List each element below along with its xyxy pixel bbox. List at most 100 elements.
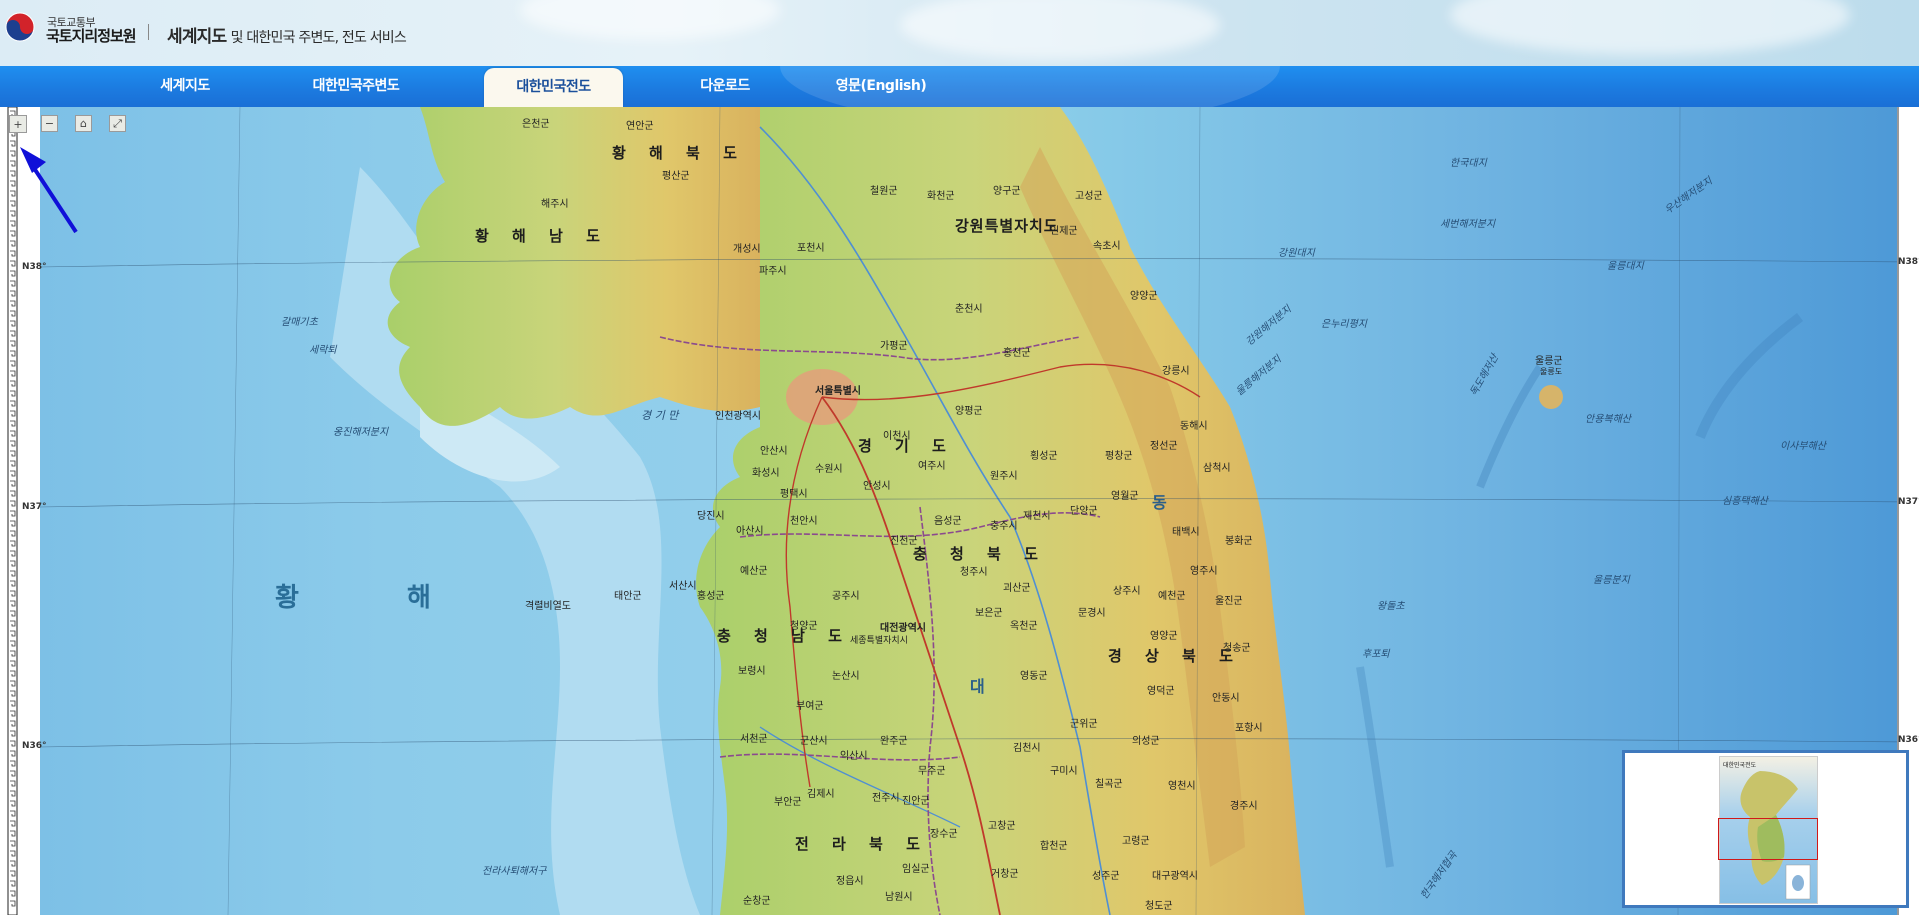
town-label: 태백시 xyxy=(1172,527,1200,538)
tab-world-map[interactable]: 세계지도 xyxy=(140,66,230,107)
latitude-label: N37° xyxy=(22,502,47,512)
town-label: 화성시 xyxy=(752,468,780,479)
overview-viewport-box[interactable] xyxy=(1718,818,1818,860)
town-label: 의성군 xyxy=(1132,736,1160,747)
zoom-in-button[interactable]: + xyxy=(9,115,27,133)
town-label: 평산군 xyxy=(662,171,690,182)
town-label: 거창군 xyxy=(991,869,1019,880)
undersea-label: 한국대지 xyxy=(1450,158,1487,169)
latitude-label: N38° xyxy=(22,262,47,272)
site-header: 국토교통부 국토지리정보원 세계지도 및 대한민국 주변도, 전도 서비스 xyxy=(0,0,1919,66)
fit-extent-button[interactable]: ⤢ xyxy=(109,115,126,132)
zoom-out-button[interactable]: − xyxy=(41,115,58,132)
town-label: 단양군 xyxy=(1070,506,1098,517)
undersea-label: 심흥택해산 xyxy=(1722,496,1768,507)
province-label: 경 상 북 도 xyxy=(1108,647,1242,665)
town-label: 장수군 xyxy=(930,829,958,840)
town-label: 예천군 xyxy=(1158,591,1186,602)
island-sublabel: 울릉도 xyxy=(1540,367,1563,376)
sea-label: 동 xyxy=(1152,493,1167,512)
service-title-bold: 세계지도 xyxy=(167,27,227,47)
town-label: 청송군 xyxy=(1223,643,1251,654)
town-label: 문경시 xyxy=(1078,608,1106,619)
town-label: 고령군 xyxy=(1122,836,1150,847)
province-label: 충 청 북 도 xyxy=(913,545,1047,563)
town-label: 연안군 xyxy=(626,121,654,132)
overview-map[interactable]: 대한민국전도 xyxy=(1622,750,1909,908)
town-label: 가평군 xyxy=(880,341,908,352)
town-label: 이천시 xyxy=(883,431,911,442)
town-label: 청도군 xyxy=(1145,901,1173,912)
sea-label: 황 xyxy=(275,583,299,613)
gulf-label: 경 기 만 xyxy=(641,409,679,422)
town-label: 옥천군 xyxy=(1010,621,1038,632)
town-label: 성주군 xyxy=(1092,871,1120,882)
town-label: 공주시 xyxy=(832,591,860,602)
header-divider xyxy=(148,24,149,40)
town-label: 진천군 xyxy=(890,536,918,547)
main-nav: 세계지도 대한민국주변도 대한민국전도 다운로드 영문(English) xyxy=(0,66,1919,107)
town-label: 청양군 xyxy=(790,621,818,632)
town-label: 봉화군 xyxy=(1225,536,1253,547)
town-label: 임실군 xyxy=(902,864,930,875)
tab-korea-vicinity[interactable]: 대한민국주변도 xyxy=(296,66,416,107)
overview-title: 대한민국전도 xyxy=(1723,762,1757,769)
home-button[interactable]: ⌂ xyxy=(75,115,92,132)
town-label: 인제군 xyxy=(1050,226,1078,237)
town-label: 보령시 xyxy=(738,666,766,677)
town-label: 안동시 xyxy=(1212,693,1240,704)
town-label: 보은군 xyxy=(975,608,1003,619)
town-label: 양평군 xyxy=(955,406,983,417)
town-label: 양구군 xyxy=(993,186,1021,197)
undersea-label: 울릉대지 xyxy=(1607,261,1644,272)
town-label: 영동군 xyxy=(1020,671,1048,682)
town-label: 수원시 xyxy=(815,464,843,475)
province-label: 강원특별자치도 xyxy=(955,217,1059,235)
town-label: 평택시 xyxy=(780,489,808,500)
town-label: 익산시 xyxy=(840,751,868,762)
undersea-label: 안용복해산 xyxy=(1585,414,1631,425)
undersea-label: 세번해저분지 xyxy=(1440,219,1496,230)
town-label: 춘천시 xyxy=(955,304,983,315)
overview-map-image: 대한민국전도 xyxy=(1718,756,1818,904)
town-label: 은천군 xyxy=(522,119,550,130)
town-label: 철원군 xyxy=(870,186,898,197)
town-label: 완주군 xyxy=(880,736,908,747)
tab-english[interactable]: 영문(English) xyxy=(826,66,936,107)
town-label: 태안군 xyxy=(614,591,642,602)
province-label: 전 라 북 도 xyxy=(795,835,929,853)
town-label: 고창군 xyxy=(988,821,1016,832)
town-label: 순창군 xyxy=(743,896,771,907)
town-label: 합천군 xyxy=(1040,841,1068,852)
undersea-label: 울릉분지 xyxy=(1593,575,1630,586)
town-label: 김제시 xyxy=(807,789,835,800)
town-label: 홍천군 xyxy=(1003,348,1031,359)
town-label: 괴산군 xyxy=(1003,583,1031,594)
town-label: 음성군 xyxy=(934,516,962,527)
institute-name[interactable]: 국토지리정보원 xyxy=(46,25,137,46)
town-label: 아산시 xyxy=(736,526,764,537)
sea-label: 대 xyxy=(970,677,985,696)
minus-icon: − xyxy=(44,117,55,130)
town-label: 칠곡군 xyxy=(1095,779,1123,790)
town-label: 영천시 xyxy=(1168,781,1196,792)
map-viewport[interactable]: + − ⌂ ⤢ N38° N37° N36° N38° N37° N36° 황 … xyxy=(0,107,1919,915)
tab-korea-full-map[interactable]: 대한민국전도 xyxy=(484,68,623,107)
town-label: 진안군 xyxy=(902,796,930,807)
town-label: 경주시 xyxy=(1230,801,1258,812)
town-label: 대구광역시 xyxy=(1152,871,1198,882)
town-label: 구미시 xyxy=(1050,766,1078,777)
town-label: 영덕군 xyxy=(1147,686,1175,697)
town-label: 정선군 xyxy=(1150,441,1178,452)
town-label: 해주시 xyxy=(541,199,569,210)
sea-label: 해 xyxy=(407,583,431,613)
taegeuk-logo-icon[interactable] xyxy=(5,12,35,42)
town-label: 동해시 xyxy=(1180,421,1208,432)
town-label: 개성시 xyxy=(733,244,761,255)
town-label: 김천시 xyxy=(1013,743,1041,754)
undersea-label: 왕돌초 xyxy=(1377,601,1405,612)
tab-download[interactable]: 다운로드 xyxy=(680,66,770,107)
home-icon: ⌂ xyxy=(80,117,87,130)
latitude-label: N36° xyxy=(1898,735,1919,745)
province-label: 황 해 북 도 xyxy=(612,144,746,162)
